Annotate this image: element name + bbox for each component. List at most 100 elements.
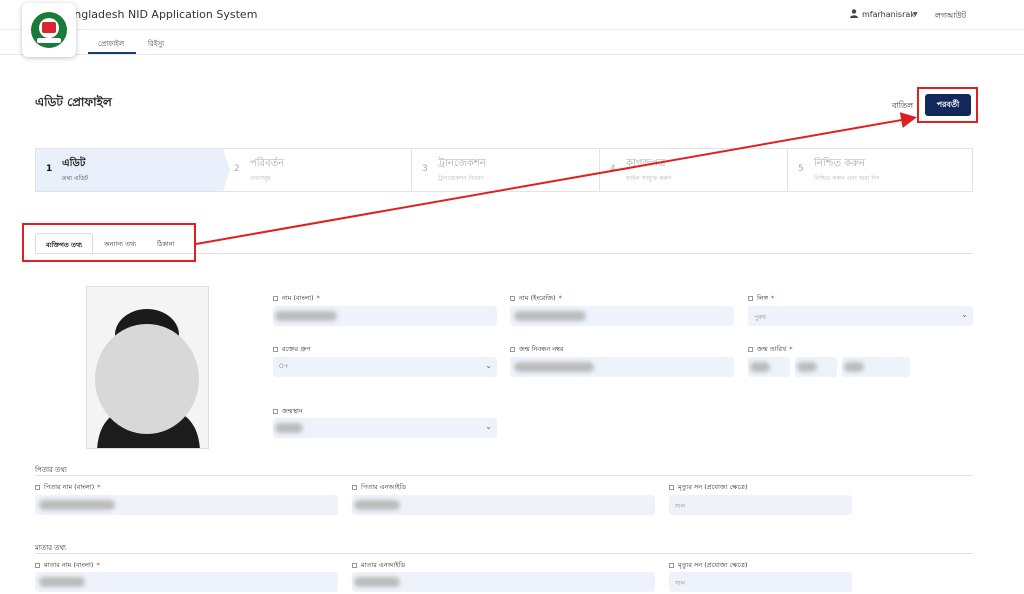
subtabs-highlight: [22, 223, 196, 262]
tab-profile[interactable]: প্রোফাইল: [98, 38, 124, 50]
name-bn-input[interactable]: [273, 306, 497, 326]
next-button-highlight: [917, 87, 978, 123]
father-death-label: মৃত্যুর সন (প্রযোজ্য ক্ষেত্রে): [669, 482, 747, 493]
father-name-input[interactable]: [35, 495, 338, 515]
field-marker-icon: [510, 346, 515, 352]
required-mark: *: [96, 561, 100, 569]
birth-day-input[interactable]: [748, 357, 790, 377]
field-marker-icon: [669, 484, 674, 490]
redacted-value: [514, 311, 586, 321]
father-death-year-input[interactable]: সাল: [669, 495, 852, 515]
birth-place-select[interactable]: ⌄: [273, 418, 497, 438]
label-text: মৃত্যুর সন (প্রযোজ্য ক্ষেত্রে): [678, 561, 748, 569]
person-photo-icon: [87, 287, 208, 448]
required-mark: *: [97, 483, 101, 491]
label-text: জন্ম নিবন্ধন নম্বর: [519, 345, 564, 353]
mother-name-input[interactable]: [35, 572, 338, 592]
label-text: জন্ম তারিখ: [757, 345, 787, 353]
father-nid-input[interactable]: [352, 495, 655, 515]
field-marker-icon: [273, 295, 278, 301]
redacted-value: [275, 311, 337, 321]
app-title: Bangladesh NID Application System: [60, 8, 258, 21]
step-title: এডিট: [62, 158, 86, 169]
birth-reg-label: জন্ম নিবন্ধন নম্বর: [510, 344, 564, 355]
placeholder-text: সাল: [675, 580, 686, 587]
nid-logo[interactable]: [22, 3, 76, 57]
selected-value: পুরুষ: [754, 314, 766, 321]
tab-reissue[interactable]: রিইস্যু: [148, 38, 164, 50]
placeholder-text: সাল: [675, 503, 686, 510]
father-nid-label: পিতার এনআইডি: [352, 482, 406, 493]
step-number: 2: [234, 164, 240, 174]
logout-link[interactable]: লগআউট: [935, 10, 966, 23]
step-number: 3: [422, 164, 428, 174]
cancel-button[interactable]: বাতিল: [892, 100, 913, 113]
gender-select[interactable]: পুরুষ ⌄: [748, 306, 973, 326]
step-progress: 1 এডিট তথ্য এডিট 2 পরিবর্তন তথ্যসমূহ 3 ট…: [35, 148, 973, 192]
birth-month-input[interactable]: [795, 357, 837, 377]
step-edit[interactable]: 1 এডিট তথ্য এডিট: [36, 149, 223, 191]
chevron-down-icon[interactable]: ▼: [913, 11, 918, 18]
nav-divider: [0, 54, 1024, 55]
redacted-value: [354, 500, 400, 510]
step-subtitle: ট্রানজেকশন বিবরণ: [438, 175, 484, 182]
step-title: কাগজপত্র: [626, 158, 666, 169]
user-icon: [850, 9, 858, 18]
field-marker-icon: [35, 562, 40, 568]
profile-photo: [86, 286, 209, 449]
redacted-value: [275, 423, 303, 433]
required-mark: *: [316, 294, 320, 302]
label-text: নাম (ইংরেজি): [519, 294, 556, 302]
label-text: নাম (বাংলা): [282, 294, 314, 302]
step-documents[interactable]: 4 কাগজপত্র ফাইল সংযুক্ত করুন: [600, 149, 787, 191]
field-marker-icon: [510, 295, 515, 301]
step-title: নিশ্চিত করুন: [814, 158, 865, 169]
mother-nid-input[interactable]: [352, 572, 655, 592]
government-seal-icon: [31, 12, 67, 48]
step-confirm[interactable]: 5 নিশ্চিত করুন নিশ্চিত করুন এবং জমা দিন: [788, 149, 973, 191]
step-number: 5: [798, 164, 804, 174]
section-divider: [35, 475, 973, 476]
step-title: পরিবর্তন: [250, 158, 285, 169]
mother-death-year-input[interactable]: সাল: [669, 572, 852, 592]
username-menu[interactable]: mfarhanisrak: [862, 10, 915, 19]
step-subtitle: নিশ্চিত করুন এবং জমা দিন: [814, 175, 880, 182]
redacted-value: [514, 362, 594, 372]
label-text: পিতার এনআইডি: [361, 483, 407, 491]
step-subtitle: ফাইল সংযুক্ত করুন: [626, 175, 672, 182]
field-marker-icon: [352, 562, 357, 568]
label-text: পিতার নাম (বাংলা): [44, 483, 95, 491]
step-number: 1: [46, 164, 53, 174]
chevron-down-icon: ⌄: [485, 361, 492, 370]
mother-name-label: মাতার নাম (বাংলা) *: [35, 560, 100, 571]
step-change[interactable]: 2 পরিবর্তন তথ্যসমূহ: [224, 149, 411, 191]
field-marker-icon: [748, 346, 753, 352]
birth-reg-input[interactable]: [510, 357, 734, 377]
required-mark: *: [558, 294, 562, 302]
redacted-value: [354, 577, 400, 587]
birth-date-label: জন্ম তারিখ *: [748, 344, 793, 355]
birth-year-input[interactable]: [842, 357, 910, 377]
field-marker-icon: [352, 484, 357, 490]
field-marker-icon: [35, 484, 40, 490]
required-mark: *: [789, 345, 793, 353]
label-text: মৃত্যুর সন (প্রযোজ্য ক্ষেত্রে): [678, 483, 748, 491]
label-text: রক্তের গ্রুপ: [282, 345, 311, 353]
redacted-value: [39, 500, 115, 510]
blood-group-select[interactable]: O+ ⌄: [273, 357, 497, 377]
redacted-value: [797, 362, 817, 372]
field-marker-icon: [273, 346, 278, 352]
redacted-value: [750, 362, 770, 372]
gender-label: লিঙ্গ *: [748, 293, 774, 304]
redacted-value: [39, 577, 85, 587]
redacted-value: [844, 362, 864, 372]
mother-death-label: মৃত্যুর সন (প্রযোজ্য ক্ষেত্রে): [669, 560, 747, 571]
selected-value: O+: [279, 363, 289, 370]
mother-nid-label: মাতার এনআইডি: [352, 560, 405, 571]
step-subtitle: তথ্যসমূহ: [250, 175, 271, 182]
name-en-input[interactable]: [510, 306, 734, 326]
father-name-label: পিতার নাম (বাংলা) *: [35, 482, 100, 493]
chevron-down-icon: ⌄: [961, 310, 968, 319]
step-transaction[interactable]: 3 ট্রানজেকশন ট্রানজেকশন বিবরণ: [412, 149, 599, 191]
name-bn-label: নাম (বাংলা) *: [273, 293, 320, 304]
